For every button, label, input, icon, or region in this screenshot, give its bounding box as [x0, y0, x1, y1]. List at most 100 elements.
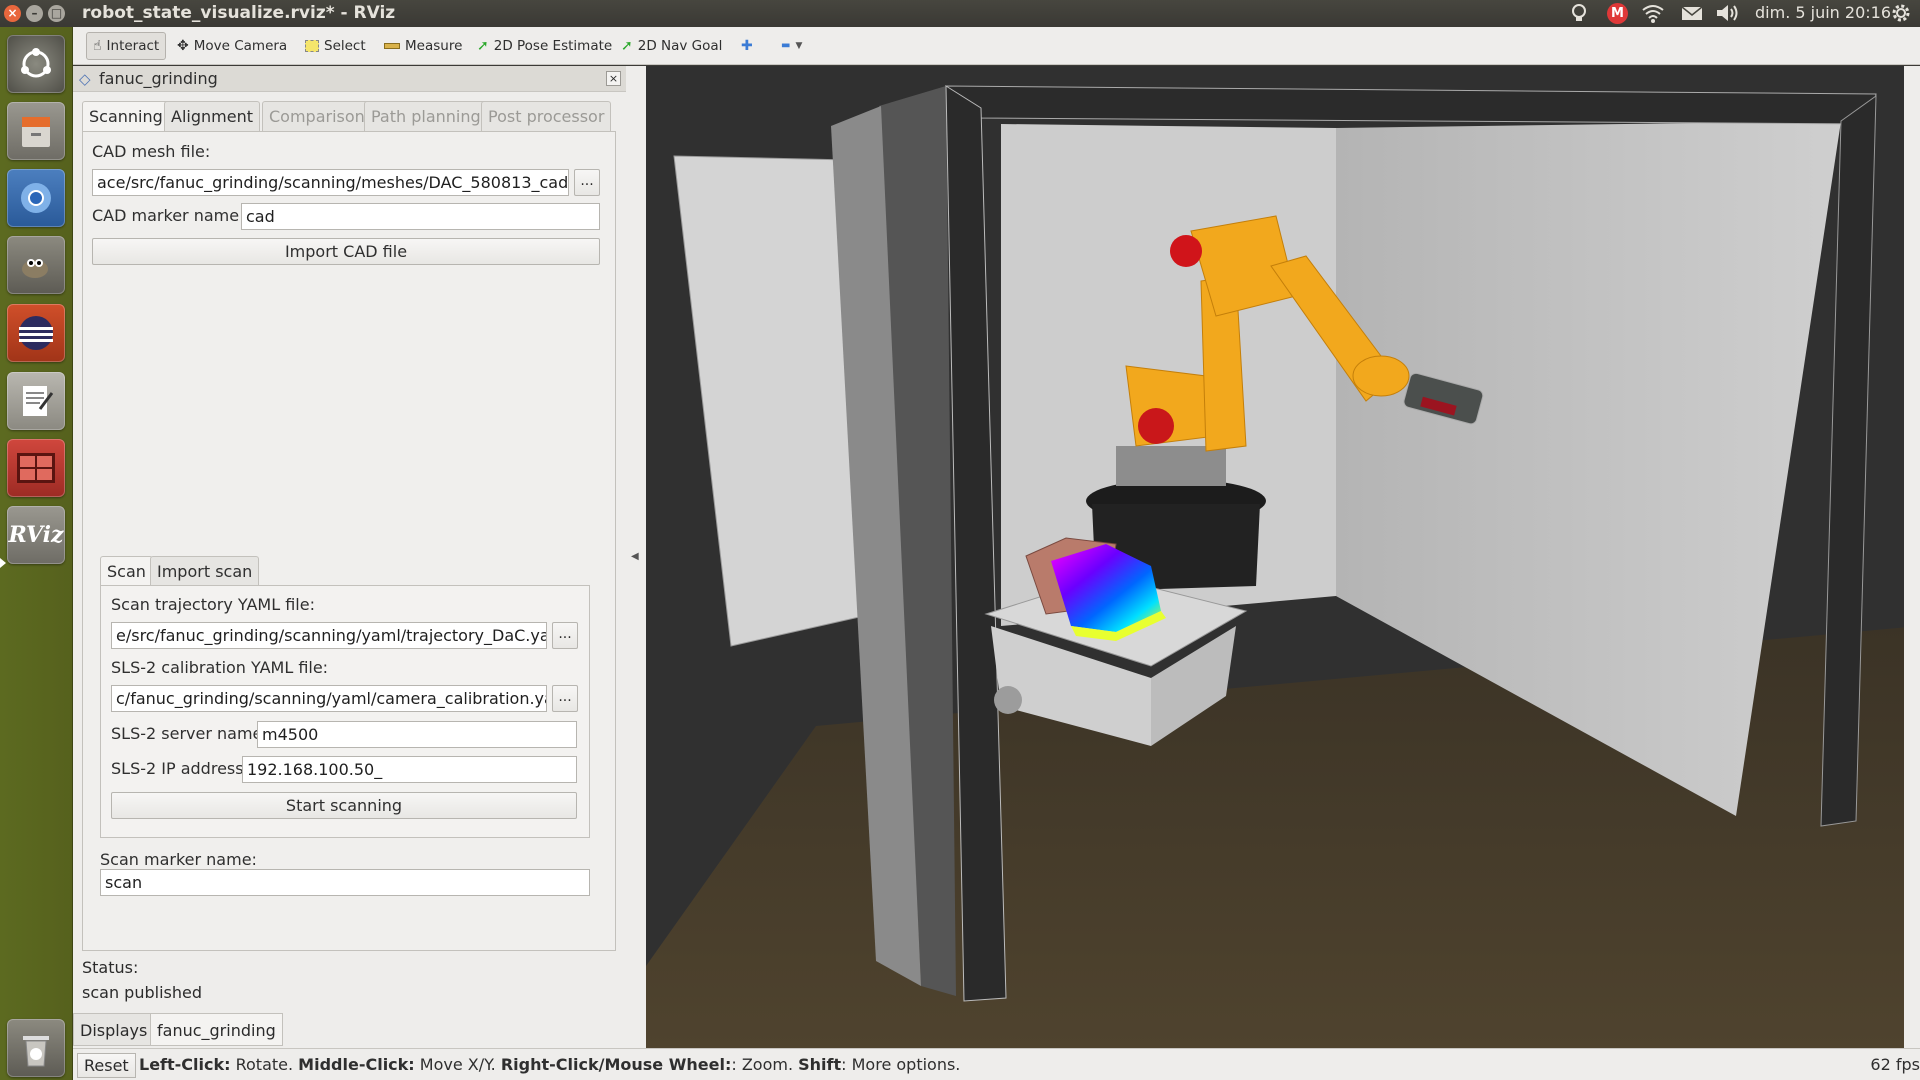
robot-motor — [1138, 408, 1174, 444]
text-editor-launcher-button[interactable] — [7, 372, 65, 430]
tab-post-processor: Post processor — [481, 101, 612, 131]
maximize-window-button[interactable]: □ — [48, 5, 65, 22]
scanning-tab-content: CAD mesh file: ace/src/fanuc_grinding/sc… — [82, 131, 616, 951]
status-label: Status: — [82, 958, 139, 977]
right-click-key: Right-Click/Mouse Wheel: — [500, 1055, 732, 1074]
text-editor-icon — [23, 386, 54, 416]
cad-mesh-file-input[interactable]: ace/src/fanuc_grinding/scanning/meshes/D… — [92, 169, 569, 196]
wifi-icon[interactable] — [1641, 2, 1665, 24]
server-name-input[interactable]: m4500 — [257, 721, 577, 748]
rviz-launcher-button[interactable]: RViz — [7, 506, 65, 564]
workspace-switcher-icon — [17, 453, 55, 483]
move-camera-tool-button[interactable]: ✥ Move Camera — [171, 32, 293, 60]
status-value: scan published — [82, 983, 202, 1002]
tab-comparison: Comparison — [262, 101, 372, 131]
diamond-icon: ◇ — [79, 70, 91, 88]
trajectory-browse-button[interactable]: ... — [552, 622, 578, 649]
panel-splitter[interactable]: ◀ — [626, 66, 646, 1048]
envelope-icon[interactable] — [1680, 2, 1704, 24]
measure-tool-button[interactable]: Measure — [378, 32, 468, 60]
tab-scanning[interactable]: Scanning — [82, 101, 170, 131]
select-icon — [305, 40, 319, 52]
cad-mesh-browse-button[interactable]: ... — [574, 169, 600, 196]
pose-estimate-tool-button[interactable]: ➚ 2D Pose Estimate — [471, 32, 618, 60]
status-bar: Reset Left-Click: Rotate. Middle-Click: … — [73, 1048, 1920, 1080]
robot-cell-scene — [646, 85, 1920, 1048]
dock-tabs: Displays fanuc_grinding — [73, 1013, 626, 1046]
subtab-import-scan[interactable]: Import scan — [150, 556, 260, 585]
add-tool-button[interactable]: ✚ — [735, 32, 759, 60]
pose-arrow-icon: ➚ — [477, 38, 489, 54]
remove-tool-button[interactable]: ▬ ▼ — [775, 32, 808, 60]
select-tool-button[interactable]: Select — [299, 32, 372, 60]
chromium-launcher-button[interactable] — [7, 169, 65, 227]
ubuntu-dash-button[interactable] — [7, 35, 65, 93]
robot-elbow-motor — [1170, 235, 1202, 267]
middle-click-key: Middle-Click: — [298, 1055, 415, 1074]
trash-button[interactable] — [7, 1019, 65, 1077]
nav-goal-tool-button[interactable]: ➚ 2D Nav Goal — [615, 32, 728, 60]
window-title: robot_state_visualize.rviz* - RViz — [82, 3, 396, 23]
subtab-scan[interactable]: Scan — [100, 556, 153, 585]
interact-label: Interact — [106, 38, 160, 54]
file-cabinet-icon — [22, 117, 50, 147]
close-window-button[interactable]: × — [4, 5, 21, 22]
chevron-down-icon[interactable]: ▼ — [795, 32, 802, 60]
interact-tool-button[interactable]: ☝ Interact — [86, 32, 167, 60]
move-camera-label: Move Camera — [193, 38, 288, 54]
mail-notification-icon[interactable]: M — [1607, 3, 1628, 24]
scan-marker-label: Scan marker name: — [100, 850, 257, 869]
start-scanning-button[interactable]: Start scanning — [111, 792, 577, 819]
move-camera-icon: ✥ — [177, 38, 189, 54]
trajectory-file-input[interactable]: e/src/fanuc_grinding/scanning/yaml/traje… — [111, 622, 547, 649]
panel-close-button[interactable]: × — [606, 71, 621, 86]
tab-displays[interactable]: Displays — [73, 1013, 155, 1046]
calibration-label: SLS-2 calibration YAML file: — [111, 658, 329, 677]
calibration-file-input[interactable]: c/fanuc_grinding/scanning/yaml/camera_ca… — [111, 685, 547, 712]
gear-icon[interactable] — [1890, 2, 1912, 24]
workspace-switcher-button[interactable] — [7, 439, 65, 497]
lightbulb-icon[interactable] — [1568, 2, 1590, 24]
scan-marker-name-input[interactable]: scan — [100, 869, 590, 896]
table-hole — [994, 686, 1022, 714]
shift-text: : More options. — [841, 1055, 961, 1074]
server-name-label: SLS-2 server name: — [111, 724, 268, 743]
launcher: RViz — [0, 27, 73, 1080]
left-click-key: Left-Click: — [139, 1055, 231, 1074]
import-cad-button[interactable]: Import CAD file — [92, 238, 600, 265]
view-right-strip — [1904, 66, 1920, 1048]
robot-base-housing — [1116, 446, 1226, 486]
running-indicator — [0, 558, 6, 568]
tab-fanuc-grinding[interactable]: fanuc_grinding — [150, 1013, 283, 1046]
collapse-left-icon: ◀ — [631, 551, 639, 562]
eclipse-icon — [19, 316, 53, 350]
hand-icon: ☝ — [93, 38, 102, 54]
chromium-icon — [21, 183, 51, 213]
middle-click-text: Move X/Y. — [414, 1055, 501, 1074]
calibration-browse-button[interactable]: ... — [552, 685, 578, 712]
eclipse-launcher-button[interactable] — [7, 304, 65, 362]
fanuc-grinding-panel: ◇ fanuc_grinding × Scanning Alignment Co… — [73, 66, 626, 1048]
panel-title-bar: ◇ fanuc_grinding × — [73, 66, 626, 92]
trajectory-label: Scan trajectory YAML file: — [111, 595, 315, 614]
minimize-window-button[interactable]: – — [26, 5, 43, 22]
desktop: × – □ robot_state_visualize.rviz* - RViz… — [0, 0, 1920, 1080]
pose-estimate-label: 2D Pose Estimate — [493, 38, 613, 54]
volume-icon[interactable] — [1714, 2, 1740, 24]
plus-icon: ✚ — [741, 38, 753, 54]
tab-alignment[interactable]: Alignment — [164, 101, 260, 131]
reset-button[interactable]: Reset — [77, 1053, 136, 1078]
datetime-indicator[interactable]: dim. 5 juin 20:16 — [1755, 2, 1891, 24]
panel-title: fanuc_grinding — [99, 69, 218, 88]
cad-marker-name-input[interactable]: cad — [241, 203, 600, 230]
3d-render-view[interactable] — [646, 66, 1920, 1048]
gimp-launcher-button[interactable] — [7, 236, 65, 294]
nav-goal-label: 2D Nav Goal — [637, 38, 723, 54]
files-launcher-button[interactable] — [7, 102, 65, 160]
select-label: Select — [324, 38, 366, 54]
minus-icon: ▬ — [781, 40, 791, 51]
rviz-toolbar: ☝ Interact ✥ Move Camera Select Measure … — [73, 27, 1920, 65]
top-frame — [944, 85, 1877, 125]
ip-address-input[interactable]: 192.168.100.50_ — [242, 756, 577, 783]
scan-subtab-content: Scan trajectory YAML file: e/src/fanuc_g… — [100, 585, 590, 838]
